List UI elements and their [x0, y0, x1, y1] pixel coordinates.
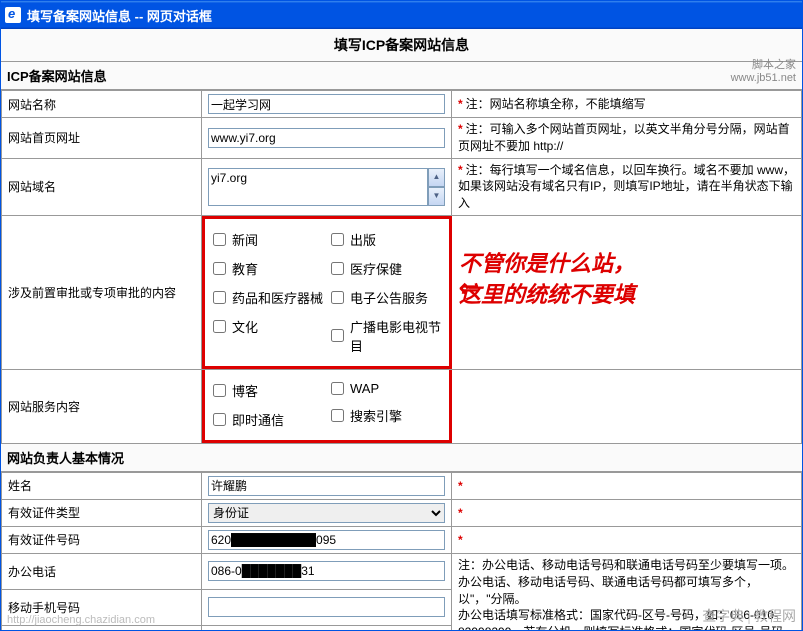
select-id-type[interactable]: 身份证: [208, 503, 445, 523]
checkbox-WAP[interactable]: WAP: [327, 376, 445, 401]
checkbox-即时通信[interactable]: 即时通信: [209, 405, 327, 434]
label-site-name: 网站名称: [2, 91, 202, 118]
note-domain: *注：每行填写一个域名信息，以回车换行。域名不要加 www，如果该网站没有域名只…: [452, 158, 802, 215]
input-name[interactable]: [208, 476, 445, 496]
checkbox-新闻[interactable]: 新闻: [209, 225, 327, 254]
note-id-number: *: [452, 526, 802, 553]
input-site-url[interactable]: [208, 128, 445, 148]
scroll-down-icon[interactable]: ▼: [428, 187, 445, 206]
titlebar-text: 填写备案网站信息 -- 网页对话框: [27, 6, 212, 25]
section-header-person: 网站负责人基本情况: [1, 444, 802, 472]
page-title: 填写ICP备案网站信息: [1, 29, 802, 62]
note-name: *: [452, 472, 802, 499]
input-office-phone[interactable]: [208, 561, 445, 581]
checkbox-药品和医疗器械[interactable]: 药品和医疗器械: [209, 283, 327, 312]
watermark-bottom-right: 查字典 | 教程网: [702, 606, 796, 626]
label-service-content: 网站服务内容: [2, 369, 202, 443]
annotation-text: 不管你是什么站， 这里的统统不要填: [459, 249, 759, 311]
label-id-type: 有效证件类型: [2, 499, 202, 526]
note-site-name: *注：网站名称填全称，不能填缩写: [452, 91, 802, 118]
checkbox-电子公告服务[interactable]: 电子公告服务: [327, 283, 445, 312]
checkbox-教育[interactable]: 教育: [209, 254, 327, 283]
scroll-up-icon[interactable]: ▲: [428, 168, 445, 187]
label-domain: 网站域名: [2, 158, 202, 215]
section-header-icp: ICP备案网站信息: [1, 62, 802, 90]
checkbox-广播电影电视节目[interactable]: 广播电影电视节目: [327, 312, 445, 360]
input-mobile[interactable]: [208, 597, 445, 617]
checkbox-医疗保健[interactable]: 医疗保健: [327, 254, 445, 283]
titlebar: 填写备案网站信息 -- 网页对话框: [1, 1, 802, 29]
label-office-phone: 办公电话: [2, 553, 202, 589]
note-site-url: *注：可输入多个网站首页网址，以英文半角分号分隔，网站首页网址不要加 http:…: [452, 118, 802, 159]
input-id-number[interactable]: [208, 530, 445, 550]
label-name: 姓名: [2, 472, 202, 499]
label-id-number: 有效证件号码: [2, 526, 202, 553]
textarea-domain[interactable]: yi7.org: [208, 168, 428, 206]
input-site-name[interactable]: [208, 94, 445, 114]
checkbox-搜索引擎[interactable]: 搜索引擎: [327, 401, 445, 430]
checkbox-博客[interactable]: 博客: [209, 376, 327, 405]
watermark-bottom-left: http://jiaocheng.chazidian.com: [7, 614, 155, 626]
note-id-type: *: [452, 499, 802, 526]
checkbox-出版[interactable]: 出版: [327, 225, 445, 254]
ie-icon: [5, 7, 21, 23]
checkbox-文化[interactable]: 文化: [209, 312, 327, 341]
label-unicom: 联通手机号码: [2, 625, 202, 630]
label-site-url: 网站首页网址: [2, 118, 202, 159]
watermark-top-right: 脚本之家 www.jb51.net: [731, 59, 796, 85]
label-pre-approval: 涉及前置审批或专项审批的内容: [2, 215, 202, 369]
